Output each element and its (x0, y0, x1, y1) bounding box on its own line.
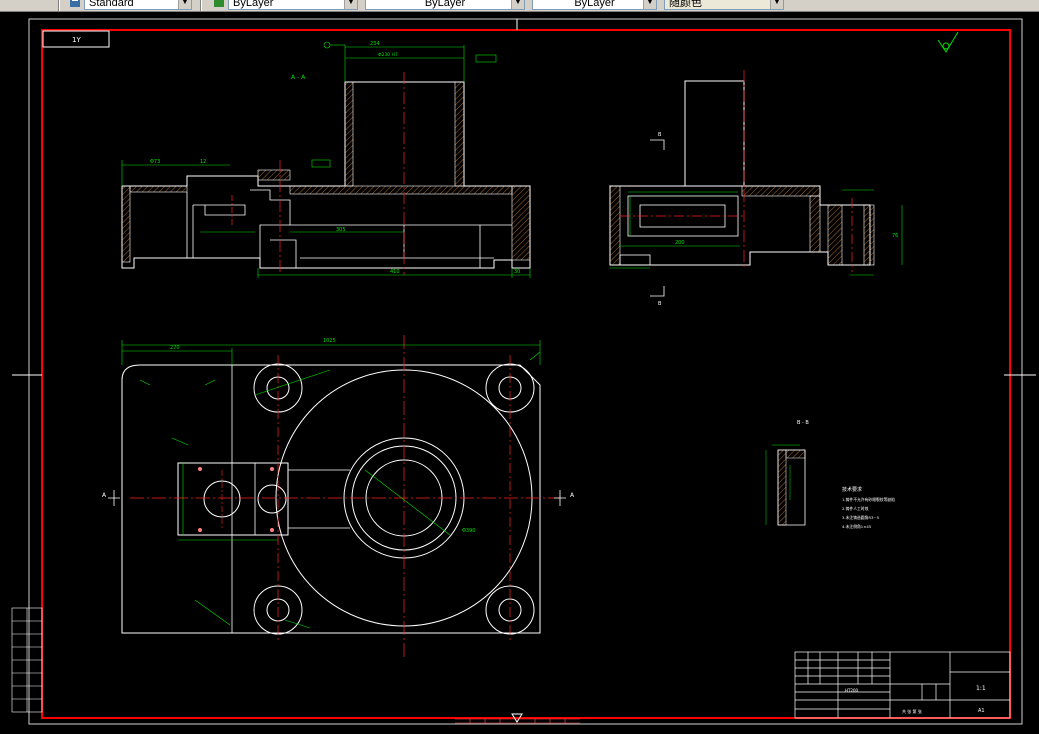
chevron-down-icon[interactable]: ▼ (643, 0, 656, 9)
revision-column (11, 607, 43, 713)
layer-dropdown[interactable]: ByLayer ▼ (228, 0, 358, 10)
lineweight-value: ByLayer (574, 0, 615, 9)
note-item: 1.铸件不允许有砂眼裂纹等缺陷 (842, 497, 895, 502)
title-scale: 1:1 (976, 685, 986, 692)
title-stamp: 1Y (72, 36, 81, 44)
dim-200: 200 (675, 240, 685, 246)
dim-12: 12 (200, 159, 206, 165)
chevron-down-icon[interactable]: ▼ (178, 0, 191, 9)
text-style-value: Standard (89, 0, 134, 9)
dim-phi73: Φ73 (150, 159, 160, 165)
title-sheet-info: 共 张 第 张 (902, 708, 922, 714)
chevron-down-icon[interactable]: ▼ (511, 0, 524, 9)
note-item: 3.未注铸造圆角R3~5 (842, 515, 880, 520)
side-view[interactable]: 200 76 B B (609, 70, 903, 307)
plot-style-dropdown[interactable]: 随颜色 ▼ (664, 0, 784, 10)
cut-b-bottom-label: B (658, 301, 662, 307)
dim-phi230: Φ230 H7 (378, 52, 398, 58)
sheet-inner-border (41, 29, 1011, 719)
cut-a-right-label: A (570, 492, 575, 499)
title-material: HT200 (845, 688, 859, 693)
section-b-b-label: B - B (797, 420, 809, 426)
plan-view[interactable]: 1025 270 Φ390 A A (102, 335, 575, 660)
dim-phi390: Φ390 (462, 528, 475, 534)
toolbar-separator (58, 0, 60, 11)
note-item: 4.未注倒角1×45 (842, 524, 872, 529)
dim-30: 30 (514, 269, 520, 275)
dim-234: 234 (370, 41, 380, 47)
dim-410: 410 (390, 269, 400, 275)
section-a-a-label: A - A (291, 74, 306, 81)
layer-color-icon (214, 0, 224, 7)
cut-a-left-label: A (102, 492, 107, 499)
dim-305: 305 (336, 227, 346, 233)
cad-drawing-canvas[interactable]: 1Y A - A 234 Φ230 H7 Φ73 12 305 410 30 2… (0, 11, 1039, 734)
technical-notes: 技术要求 1.铸件不允许有砂眼裂纹等缺陷 2.铸件人工时效 3.未注铸造圆角R3… (842, 486, 895, 529)
plot-style-value: 随颜色 (669, 0, 702, 9)
chevron-down-icon[interactable]: ▼ (770, 0, 783, 9)
section-b-b-view[interactable]: B - B (765, 420, 809, 526)
layer-value: ByLayer (233, 0, 274, 9)
surface-finish-icon (937, 31, 959, 53)
dim-1025: 1025 (323, 338, 336, 344)
title-sheet-no: A1 (978, 708, 985, 714)
chevron-down-icon[interactable]: ▼ (344, 0, 357, 9)
text-style-icon (70, 0, 80, 7)
text-style-dropdown[interactable]: Standard ▼ (84, 0, 192, 10)
toolbar-separator (200, 0, 202, 11)
dim-76: 76 (892, 233, 898, 239)
section-a-a-view[interactable]: A - A 234 Φ230 H7 Φ73 12 305 410 30 (121, 41, 531, 278)
lineweight-dropdown[interactable]: ByLayer ▼ (532, 0, 657, 10)
linetype-value: ByLayer (424, 0, 466, 9)
sheet-outer-border (28, 18, 1023, 725)
dim-270: 270 (170, 345, 180, 351)
linetype-dropdown[interactable]: ByLayer ▼ (365, 0, 525, 10)
notes-heading: 技术要求 (842, 486, 862, 493)
note-item: 2.铸件人工时效 (842, 506, 869, 511)
cut-b-top-label: B (658, 132, 662, 138)
